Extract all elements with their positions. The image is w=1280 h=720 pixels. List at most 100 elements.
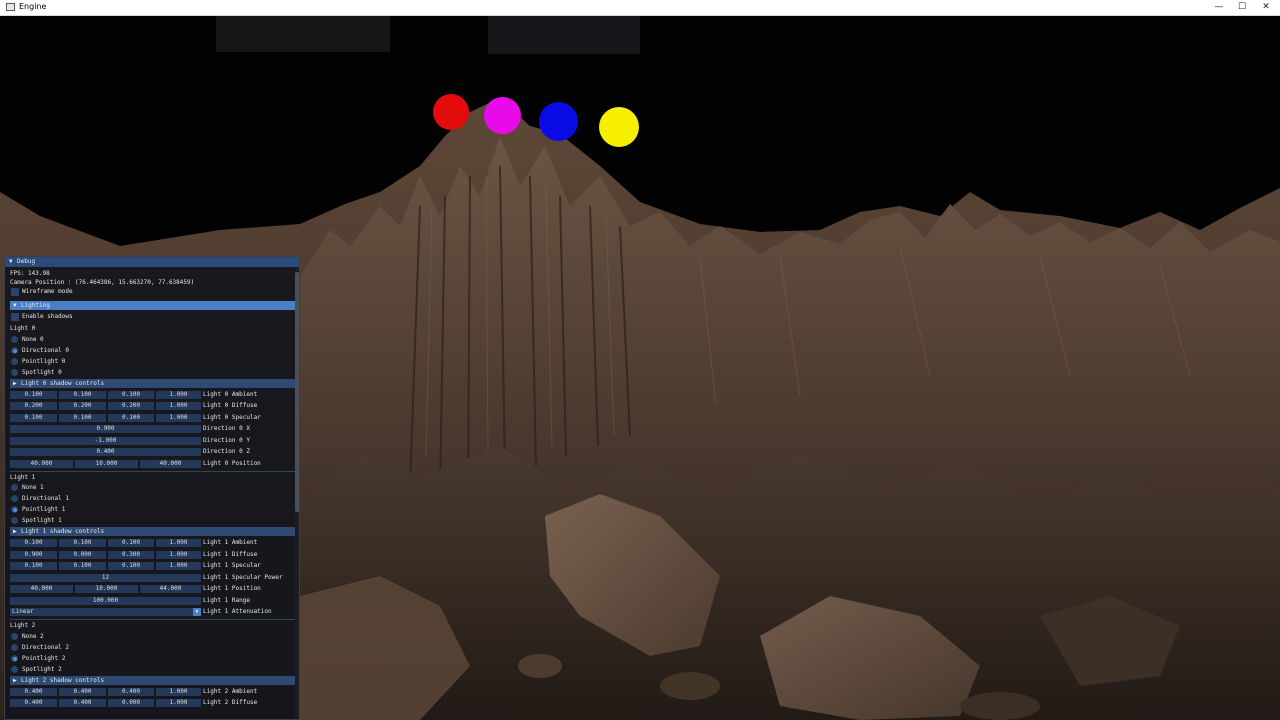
light-1-radio-directional[interactable] xyxy=(11,495,18,502)
chevron-down-icon: ▼ xyxy=(13,302,17,309)
light-0-ambient-g[interactable]: 0.100 xyxy=(59,391,106,399)
light-0-radio-pointlight[interactable] xyxy=(11,358,18,365)
light-1-radio-none[interactable] xyxy=(11,484,18,491)
light-0-radio-spotlight[interactable] xyxy=(11,369,18,376)
light-0-option-none: None 0 xyxy=(22,336,44,343)
light-0-direction-z-label: Direction 0 Z xyxy=(203,448,250,455)
light-1-position-z[interactable]: 44.000 xyxy=(140,585,201,593)
separator xyxy=(10,619,295,620)
close-button[interactable]: ✕ xyxy=(1253,0,1279,15)
light-2-option-spotlight: Spotlight 2 xyxy=(22,666,62,673)
light-2-shadow-controls-label: Light 2 shadow controls xyxy=(21,677,105,684)
light-1-sphere xyxy=(484,97,521,134)
chevron-down-icon[interactable]: ▼ xyxy=(193,608,201,616)
debug-scrollbar-thumb[interactable] xyxy=(295,272,299,512)
light-1-radio-pointlight[interactable] xyxy=(11,506,18,513)
light-0-specular-g[interactable]: 0.100 xyxy=(59,414,106,422)
light-1-position-x[interactable]: 40.000 xyxy=(10,585,73,593)
light-0-direction-x-slider[interactable]: 0.900 xyxy=(10,425,201,433)
light-2-diffuse-g[interactable]: 0.400 xyxy=(59,699,106,707)
light-0-shadow-controls-header[interactable]: ▶ Light 0 shadow controls xyxy=(10,379,295,388)
collapse-arrow-icon[interactable]: ▼ xyxy=(9,258,13,265)
light-2-radio-spotlight[interactable] xyxy=(11,666,18,673)
light-1-diffuse-g[interactable]: 0.000 xyxy=(59,551,106,559)
debug-window[interactable]: ▼ Debug FPS: 143.98 Camera Position : (7… xyxy=(4,256,300,720)
light-0-position-x[interactable]: 40.000 xyxy=(10,460,73,468)
light-1-specular-r[interactable]: 0.100 xyxy=(10,562,57,570)
light-2-option-none: None 2 xyxy=(22,633,44,640)
light-2-radio-directional[interactable] xyxy=(11,644,18,651)
debug-title: Debug xyxy=(17,258,36,265)
maximize-button[interactable]: ☐ xyxy=(1229,0,1255,15)
light-1-radio-spotlight[interactable] xyxy=(11,517,18,524)
light-0-ambient-r[interactable]: 0.100 xyxy=(10,391,57,399)
light-0-position-z[interactable]: 40.000 xyxy=(140,460,201,468)
light-1-specular-a[interactable]: 1.000 xyxy=(156,562,201,570)
light-1-range-slider[interactable]: 100.000 xyxy=(10,597,201,605)
light-2-option-pointlight: Pointlight 2 xyxy=(22,655,66,662)
light-1-diffuse-a[interactable]: 1.000 xyxy=(156,551,201,559)
light-2-diffuse-label: Light 2 Diffuse xyxy=(203,699,258,706)
light-0-option-directional: Directional 0 xyxy=(22,347,69,354)
light-1-specular-g[interactable]: 0.100 xyxy=(59,562,106,570)
light-1-diffuse-b[interactable]: 0.300 xyxy=(108,551,154,559)
debug-scrollbar[interactable] xyxy=(295,268,299,719)
light-2-diffuse-r[interactable]: 0.400 xyxy=(10,699,57,707)
light-0-diffuse-r[interactable]: 0.200 xyxy=(10,402,57,410)
window-titlebar: Engine — ☐ ✕ xyxy=(0,0,1280,16)
light-0-sphere xyxy=(433,94,469,130)
chevron-right-icon: ▶ xyxy=(13,528,17,535)
light-1-position-label: Light 1 Position xyxy=(203,585,261,592)
light-2-ambient-a[interactable]: 1.000 xyxy=(156,688,201,696)
light-0-specular-a[interactable]: 1.000 xyxy=(156,414,201,422)
light-1-ambient-b[interactable]: 0.100 xyxy=(108,539,154,547)
light-0-diffuse-a[interactable]: 1.000 xyxy=(156,402,201,410)
enable-shadows-label: Enable shadows xyxy=(22,313,73,320)
light-2-shadow-controls-header[interactable]: ▶ Light 2 shadow controls xyxy=(10,676,295,685)
chevron-right-icon: ▶ xyxy=(13,380,17,387)
light-1-diffuse-label: Light 1 Diffuse xyxy=(203,551,258,558)
light-1-specular-b[interactable]: 0.100 xyxy=(108,562,154,570)
light-2-radio-pointlight[interactable] xyxy=(11,655,18,662)
light-1-specular-power-label: Light 1 Specular Power xyxy=(203,574,283,581)
light-0-radio-directional[interactable] xyxy=(11,347,18,354)
lighting-header-label: Lighting xyxy=(21,302,50,309)
light-0-diffuse-g[interactable]: 0.200 xyxy=(59,402,106,410)
light-1-shadow-controls-label: Light 1 shadow controls xyxy=(21,528,105,535)
light-1-option-none: None 1 xyxy=(22,484,44,491)
wireframe-checkbox[interactable] xyxy=(11,288,19,296)
light-1-range-label: Light 1 Range xyxy=(203,597,250,604)
light-2-ambient-b[interactable]: 0.400 xyxy=(108,688,154,696)
light-0-direction-y-slider[interactable]: -1.000 xyxy=(10,437,201,445)
light-1-ambient-a[interactable]: 1.000 xyxy=(156,539,201,547)
light-2-radio-none[interactable] xyxy=(11,633,18,640)
light-0-ambient-label: Light 0 Ambient xyxy=(203,391,258,398)
light-1-ambient-r[interactable]: 0.100 xyxy=(10,539,57,547)
debug-title-bar[interactable]: ▼ Debug xyxy=(5,257,299,267)
light-0-diffuse-b[interactable]: 0.200 xyxy=(108,402,154,410)
light-2-ambient-r[interactable]: 0.400 xyxy=(10,688,57,696)
light-2-diffuse-a[interactable]: 1.000 xyxy=(156,699,201,707)
light-1-specular-power-slider[interactable]: 12 xyxy=(10,574,201,582)
light-0-specular-b[interactable]: 0.100 xyxy=(108,414,154,422)
light-2-ambient-label: Light 2 Ambient xyxy=(203,688,258,695)
light-0-direction-z-slider[interactable]: 0.400 xyxy=(10,448,201,456)
light-0-radio-none[interactable] xyxy=(11,336,18,343)
light-0-diffuse-label: Light 0 Diffuse xyxy=(203,402,258,409)
light-1-position-y[interactable]: 10.000 xyxy=(75,585,138,593)
light-1-shadow-controls-header[interactable]: ▶ Light 1 shadow controls xyxy=(10,527,295,536)
light-1-diffuse-r[interactable]: 0.900 xyxy=(10,551,57,559)
lighting-header[interactable]: ▼ Lighting xyxy=(10,301,295,310)
light-2-diffuse-b[interactable]: 0.000 xyxy=(108,699,154,707)
light-0-ambient-b[interactable]: 0.100 xyxy=(108,391,154,399)
light-1-ambient-g[interactable]: 0.100 xyxy=(59,539,106,547)
light-1-attenuation-select[interactable]: Linear xyxy=(10,608,201,616)
light-2-ambient-g[interactable]: 0.400 xyxy=(59,688,106,696)
light-0-position-y[interactable]: 10.000 xyxy=(75,460,138,468)
enable-shadows-checkbox[interactable] xyxy=(11,313,19,321)
light-0-position-label: Light 0 Position xyxy=(203,460,261,467)
light-0-ambient-a[interactable]: 1.000 xyxy=(156,391,201,399)
light-0-specular-r[interactable]: 0.100 xyxy=(10,414,57,422)
light-1-ambient-label: Light 1 Ambient xyxy=(203,539,258,546)
light-0-shadow-controls-label: Light 0 shadow controls xyxy=(21,380,105,387)
